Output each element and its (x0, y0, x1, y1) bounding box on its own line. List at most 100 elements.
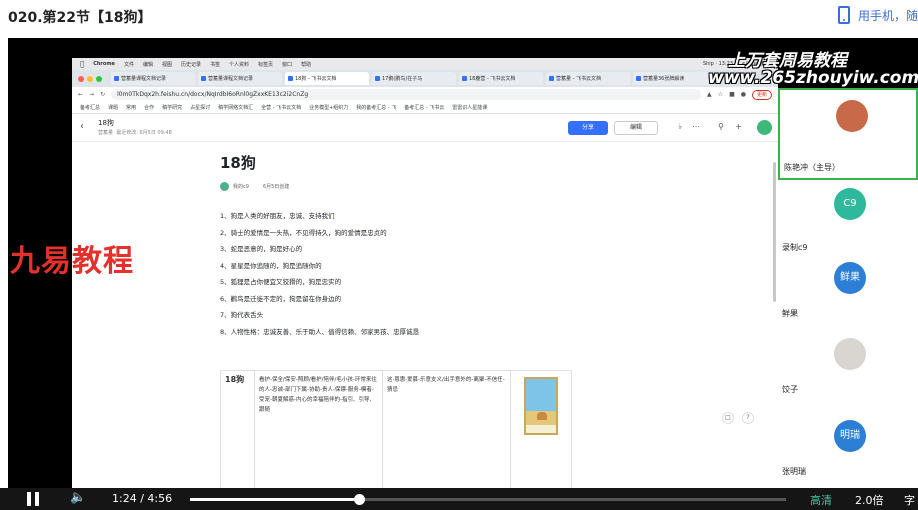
participant-tile-host: 陈艳冲（主导） (778, 88, 918, 180)
time-total: 4:56 (147, 492, 173, 505)
update-button: 更新 (751, 89, 772, 100)
pause-button[interactable] (26, 492, 40, 506)
browser-addressbar: ← → ↻ l0m0TkDqx2h.feishu.cn/docx/NqIrdbI… (72, 87, 778, 102)
bookmarks-bar: 备考汇总 课题 常用 合作 稿学研究 占星探讨 稿学网络文档汇 全营 - 飞书云… (72, 102, 778, 114)
bell-icon: ♭ (678, 122, 682, 131)
bookmark-item: 备考汇总 (80, 105, 101, 111)
bookmark-item: 占星探讨 (190, 105, 211, 111)
minimize-dot-icon (87, 75, 93, 82)
close-dot-icon (78, 75, 84, 82)
time-current: 1:24 (112, 492, 137, 505)
more-icon: ⋯ (692, 122, 700, 131)
extensions-icon: ■ (729, 91, 735, 98)
menu-item: 视图 (157, 61, 172, 68)
watermark-site-url: www.265zhouyiw.com (708, 68, 918, 88)
browser-tab: 18鹿营 - 飞书云文档 (459, 72, 543, 85)
participant-tile: 明瑞 张明瑞 (778, 418, 918, 498)
participant-name: 鲜果 (782, 309, 798, 318)
list-item: 4、星星是你追随的，狗是追随你的 (220, 261, 322, 270)
reload-icon: ↻ (100, 91, 106, 98)
menu-item: 文件 (119, 61, 134, 68)
doc-heading: 18狗 (220, 154, 256, 172)
list-item: 5、狐狸是占你便宜又狡猾的，狗是忠实的 (220, 278, 342, 286)
phone-icon (837, 6, 850, 24)
mac-menubar:  Chrome 文件 编辑 视图 历史记录 书签 个人资料 标签页 窗口 帮助… (72, 58, 778, 70)
feishu-icon (636, 76, 641, 81)
feishu-icon (549, 76, 554, 81)
participant-panel: 陈艳冲（主导） C9 录制c9 鲜果 鲜果 饺子 明瑞 张明瑞 (778, 88, 918, 510)
bookmark-item: 稿学研究 (162, 105, 183, 111)
maximize-dot-icon (96, 75, 102, 82)
menu-item: 窗口 (277, 61, 292, 68)
pause-icon (27, 492, 31, 506)
doc-meta: 营蓄量 最近修改: 6月5日 09:48 (98, 130, 172, 136)
apple-icon:  (80, 60, 84, 68)
time-separator: / (140, 492, 144, 505)
participant-tile: 饺子 (778, 338, 918, 418)
doc-scrollbar (773, 162, 776, 302)
progress-bar[interactable] (190, 494, 786, 505)
menu-item: 编辑 (138, 61, 153, 68)
participant-name: 陈艳冲（主导） (784, 163, 840, 172)
meaning-list: 1、狗是人类的好朋友，忠诚、支持我们 2、骑士的爱情是一头热，不见得持久，狗的爱… (220, 208, 419, 340)
feishu-icon (114, 76, 119, 81)
bookmark-item: 合作 (144, 105, 155, 111)
browser-tabstrip: 营蓄量课程文档记录 营蓄量课程文档记录 18狗 - 飞书云文档 17鹅(鹏鸟)在… (72, 70, 778, 87)
bookmark-item: 常用 (126, 105, 137, 111)
feishu-icon (375, 76, 380, 81)
created-date: 6月5日创建 (262, 184, 290, 190)
list-item: 8、人物性格：忠诚友善、乐于助人、值得信赖、邻家男孩、忠厚诚恳 (220, 327, 420, 336)
participant-name: 录制c9 (782, 243, 808, 252)
avatar: 明瑞 (834, 420, 866, 452)
feishu-icon (288, 76, 293, 81)
browser-tab: 营蓄量 - 飞书云文档 (546, 72, 630, 85)
feishu-icon (201, 76, 206, 81)
participant-name: 饺子 (782, 385, 798, 394)
bookmark-item: 我的备考汇总 - 飞 (356, 105, 397, 111)
comment-icon: □ (722, 412, 734, 424)
quality-selector[interactable]: 高清 (810, 492, 832, 508)
back-chevron-icon: ‹ (80, 121, 84, 132)
author-name: 我的c9 (233, 184, 249, 190)
browser-tab: 营蓄量课程文档记录 (111, 72, 195, 85)
bookmark-item: 全营 - 飞书云文档 (261, 105, 302, 111)
video-player[interactable]:  Chrome 文件 编辑 视图 历史记录 书签 个人资料 标签页 窗口 帮助… (8, 38, 918, 510)
menu-item: 个人资料 (224, 61, 249, 68)
volume-icon[interactable]: 🔈 (70, 490, 86, 505)
doc-body: 18狗 我的c9 6月5日创建 1、狗是人类的好朋友，忠诚、支持我们 2、骑士的… (72, 142, 778, 510)
time-display: 1:24 / 4:56 (112, 492, 172, 505)
open-on-mobile-link[interactable]: 用手机，随 (837, 6, 918, 24)
menu-item: 标签页 (253, 61, 273, 68)
list-item: 2、骑士的爱情是一头热，不见得持久，狗的爱情是忠贞的 (220, 228, 387, 237)
avatar (834, 338, 866, 370)
window-controls (78, 75, 102, 82)
mobile-link-label: 用手机，随 (857, 8, 918, 23)
menu-item: Chrome (89, 61, 115, 67)
menu-item: 书签 (205, 61, 220, 68)
list-item: 7、狗代表舌头 (220, 311, 264, 319)
browser-tab: 营蓄量36张牌解读 (633, 72, 717, 85)
edit-mode-button: 编辑 (614, 121, 658, 135)
back-arrow-icon: ← (78, 91, 84, 98)
page-title: 020.第22节【18狗】 (8, 10, 152, 26)
participant-tile: 鲜果 鲜果 (778, 258, 918, 338)
browser-tab: 17鹅(鹏鸟)在子马 (372, 72, 456, 85)
bookmark-item: 雷雷识人星能课 (452, 105, 488, 111)
doc-name: 18狗 (98, 119, 114, 127)
author-avatar (220, 182, 229, 191)
list-item: 3、蛇是恶意的，狗是好心的 (220, 245, 303, 253)
list-item: 1、狗是人类的好朋友，忠诚、支持我们 (220, 212, 335, 220)
subtitle-button[interactable]: 字 (904, 492, 915, 508)
bookmark-item: 业务模型+组织力 (309, 105, 349, 111)
url-field: l0m0TkDqx2h.feishu.cn/docx/NqIrdbI6oRnl0… (111, 89, 702, 100)
player-controls: 🔈 1:24 / 4:56 高清 2.0倍 字 (0, 488, 918, 510)
watermark-logo: 九易教程 (10, 244, 134, 279)
help-icon: ? (742, 412, 754, 424)
shared-screen:  Chrome 文件 编辑 视图 历史记录 书签 个人资料 标签页 窗口 帮助… (72, 58, 778, 510)
browser-tab: 营蓄量课程文档记录 (198, 72, 282, 85)
doc-author-line: 我的c9 6月5日创建 (220, 182, 289, 191)
participant-tile: C9 录制c9 (778, 178, 918, 258)
dog-card-image (524, 377, 558, 435)
speed-selector[interactable]: 2.0倍 (855, 492, 884, 508)
progress-handle[interactable] (354, 494, 366, 505)
